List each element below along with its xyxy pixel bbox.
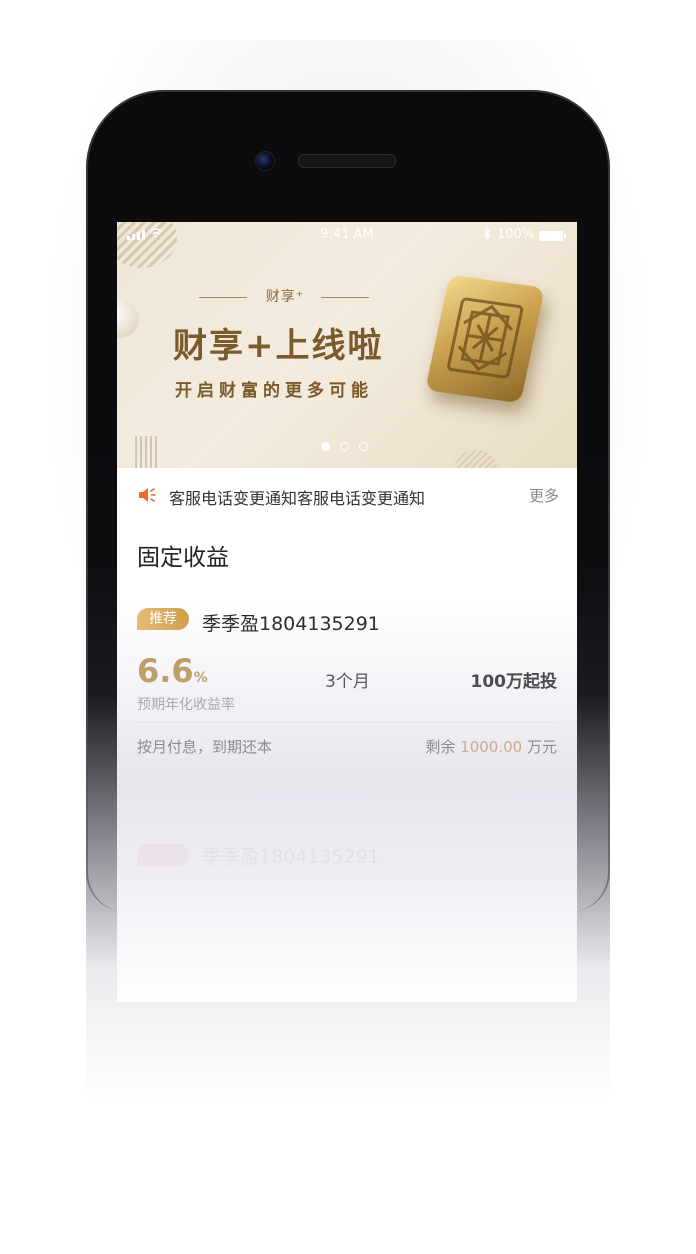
battery-icon xyxy=(539,231,566,241)
notice-more-link[interactable]: 更多 xyxy=(529,485,559,506)
recommend-badge xyxy=(137,844,189,866)
promo-banner[interactable]: 9:41 AM 100% 财享⁺ 财享+上线啦 开启财富的更多可能 xyxy=(117,222,577,468)
notice-text[interactable]: 客服电话变更通知客服电话变更通知 xyxy=(169,485,425,509)
section-title: 固定收益 xyxy=(137,545,229,571)
pagination-dot[interactable] xyxy=(340,442,349,451)
pagination-dot[interactable] xyxy=(321,442,330,451)
rate-label: 预期年化收益率 xyxy=(137,697,235,713)
pagination-dot[interactable] xyxy=(359,442,368,451)
banner-tagline: 开启财富的更多可能 xyxy=(175,381,373,401)
payment-method: 按月付息，到期还本 xyxy=(137,738,273,756)
app-screen: 9:41 AM 100% 财享⁺ 财享+上线啦 开启财富的更多可能 客服电话变更… xyxy=(117,222,577,1002)
product-name[interactable]: 季季盈1804135291 xyxy=(202,842,380,869)
divider xyxy=(137,722,557,723)
rate-value: 6.6 xyxy=(137,652,194,690)
banner-pagination xyxy=(321,442,368,451)
earpiece-speaker xyxy=(298,154,396,168)
banner-decoration xyxy=(117,300,139,338)
rate-unit: % xyxy=(193,670,208,686)
remaining-unit: 万元 xyxy=(526,738,557,756)
banner-subtitle: 财享⁺ xyxy=(265,289,305,305)
brand-logo-emblem xyxy=(425,274,545,404)
notice-bar[interactable]: 客服电话变更通知客服电话变更通知 更多 xyxy=(117,468,577,522)
minimum-investment: 100万起投 xyxy=(470,672,558,692)
banner-decoration xyxy=(453,450,499,468)
bluetooth-icon xyxy=(483,227,491,243)
recommend-badge: 推荐 xyxy=(137,608,189,630)
expected-rate: 6.6% xyxy=(137,652,208,690)
remaining-quota: 剩余 1000.00 万元 xyxy=(425,736,557,757)
product-term: 3个月 xyxy=(325,672,370,692)
banner-title: 财享+上线啦 xyxy=(173,326,384,366)
remaining-prefix: 剩余 xyxy=(425,738,456,756)
status-bar: 9:41 AM 100% xyxy=(117,222,577,248)
battery-percent: 100% xyxy=(497,227,535,242)
remaining-amount: 1000.00 xyxy=(460,738,523,756)
speaker-icon xyxy=(139,488,156,502)
banner-decoration xyxy=(135,436,159,468)
product-name[interactable]: 季季盈1804135291 xyxy=(202,609,380,636)
front-camera xyxy=(255,151,275,171)
banner-subtitle-line-right xyxy=(321,297,369,298)
